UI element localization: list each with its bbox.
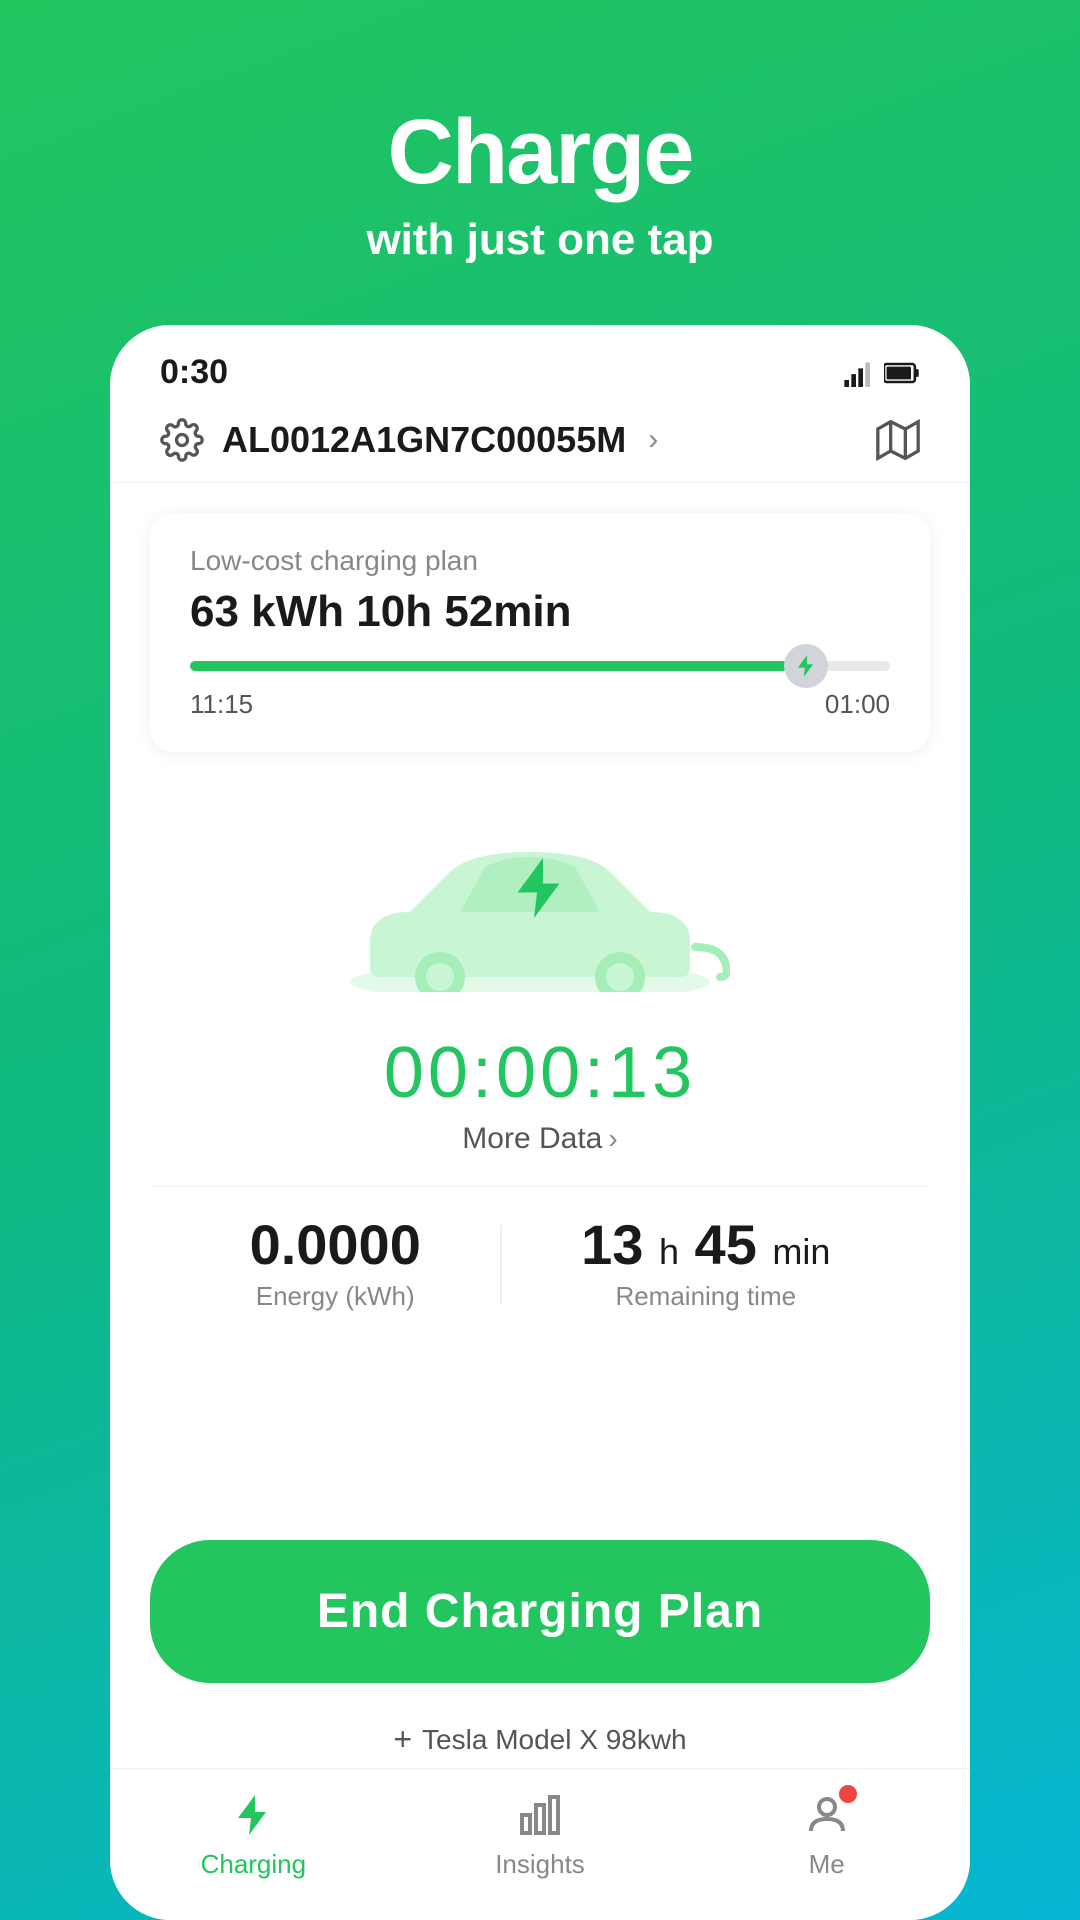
device-id[interactable]: AL0012A1GN7C00055M [222,419,626,461]
remaining-time-value: 13 h 45 min [581,1217,830,1273]
charging-timer: 00:00:13 [384,1032,696,1114]
battery-icon [884,359,920,387]
nav-charging[interactable]: Charging [110,1789,397,1880]
car-section: 00:00:13 More Data › [150,772,930,1166]
more-data-link[interactable]: More Data › [462,1122,617,1156]
page-subtitle: with just one tap [366,215,713,265]
time-start: 11:15 [190,689,253,720]
nav-me-label: Me [809,1849,845,1880]
charging-plan-card: Low-cost charging plan 63 kWh 10h 52min … [150,513,930,752]
plus-icon: + [393,1721,412,1758]
progress-thumb [784,644,828,688]
time-min-label: min [772,1231,830,1272]
time-hours: 13 [581,1213,643,1276]
charging-nav-icon [229,1791,277,1839]
end-charging-button[interactable]: End Charging Plan [150,1540,930,1683]
add-vehicle-row[interactable]: + Tesla Model X 98kwh [110,1703,970,1768]
time-h-label: h [659,1231,679,1272]
remaining-time-label: Remaining time [581,1281,830,1312]
energy-label: Energy (kWh) [250,1281,421,1312]
progress-times: 11:15 01:00 [190,689,890,720]
energy-stat: 0.0000 Energy (kWh) [250,1217,421,1312]
lightning-thumb-icon [793,653,819,679]
nav-insights-label: Insights [495,1849,585,1880]
status-time: 0:30 [160,353,228,392]
nav-insights-icon-wrap [514,1789,566,1841]
stat-divider [500,1225,502,1305]
energy-value: 0.0000 [250,1217,421,1273]
time-mins: 45 [695,1213,757,1276]
end-charging-section: End Charging Plan [110,1540,970,1703]
nav-me[interactable]: Me [683,1789,970,1880]
bolt-icon [504,852,576,924]
nav-me-icon-wrap [801,1789,853,1841]
plan-mins: 52min [444,587,571,636]
status-bar: 0:30 [110,325,970,402]
device-bar: AL0012A1GN7C00055M › [110,402,970,483]
plan-label: Low-cost charging plan [190,545,890,577]
progress-track [190,661,890,671]
bottom-nav: Charging Insights [110,1768,970,1920]
status-icons [840,359,920,387]
nav-insights[interactable]: Insights [397,1789,684,1880]
signal-icon [840,359,872,387]
page-title: Charge [366,100,713,205]
insights-nav-icon [516,1791,564,1839]
plan-energy: 63 kWh [190,587,344,636]
device-left[interactable]: AL0012A1GN7C00055M › [160,418,658,462]
plan-value: 63 kWh 10h 52min [190,587,890,637]
time-stat: 13 h 45 min Remaining time [581,1217,830,1312]
header-section: Charge with just one tap [366,0,713,265]
me-nav-badge [839,1785,857,1803]
lightning-center-icon [504,852,576,929]
time-end: 01:00 [825,689,890,720]
vehicle-label: Tesla Model X 98kwh [422,1724,687,1756]
progress-fill [190,661,806,671]
device-chevron[interactable]: › [648,423,658,457]
nav-charging-label: Charging [201,1849,307,1880]
car-container [330,792,750,1012]
map-icon[interactable] [876,418,920,462]
flex-spacer [150,1342,930,1540]
plan-hours: 10h [356,587,432,636]
more-data-chevron: › [608,1123,617,1155]
phone-card: 0:30 [110,325,970,1920]
stats-row: 0.0000 Energy (kWh) 13 h 45 min Remainin… [150,1186,930,1342]
gear-icon[interactable] [160,418,204,462]
nav-charging-icon-wrap [227,1789,279,1841]
